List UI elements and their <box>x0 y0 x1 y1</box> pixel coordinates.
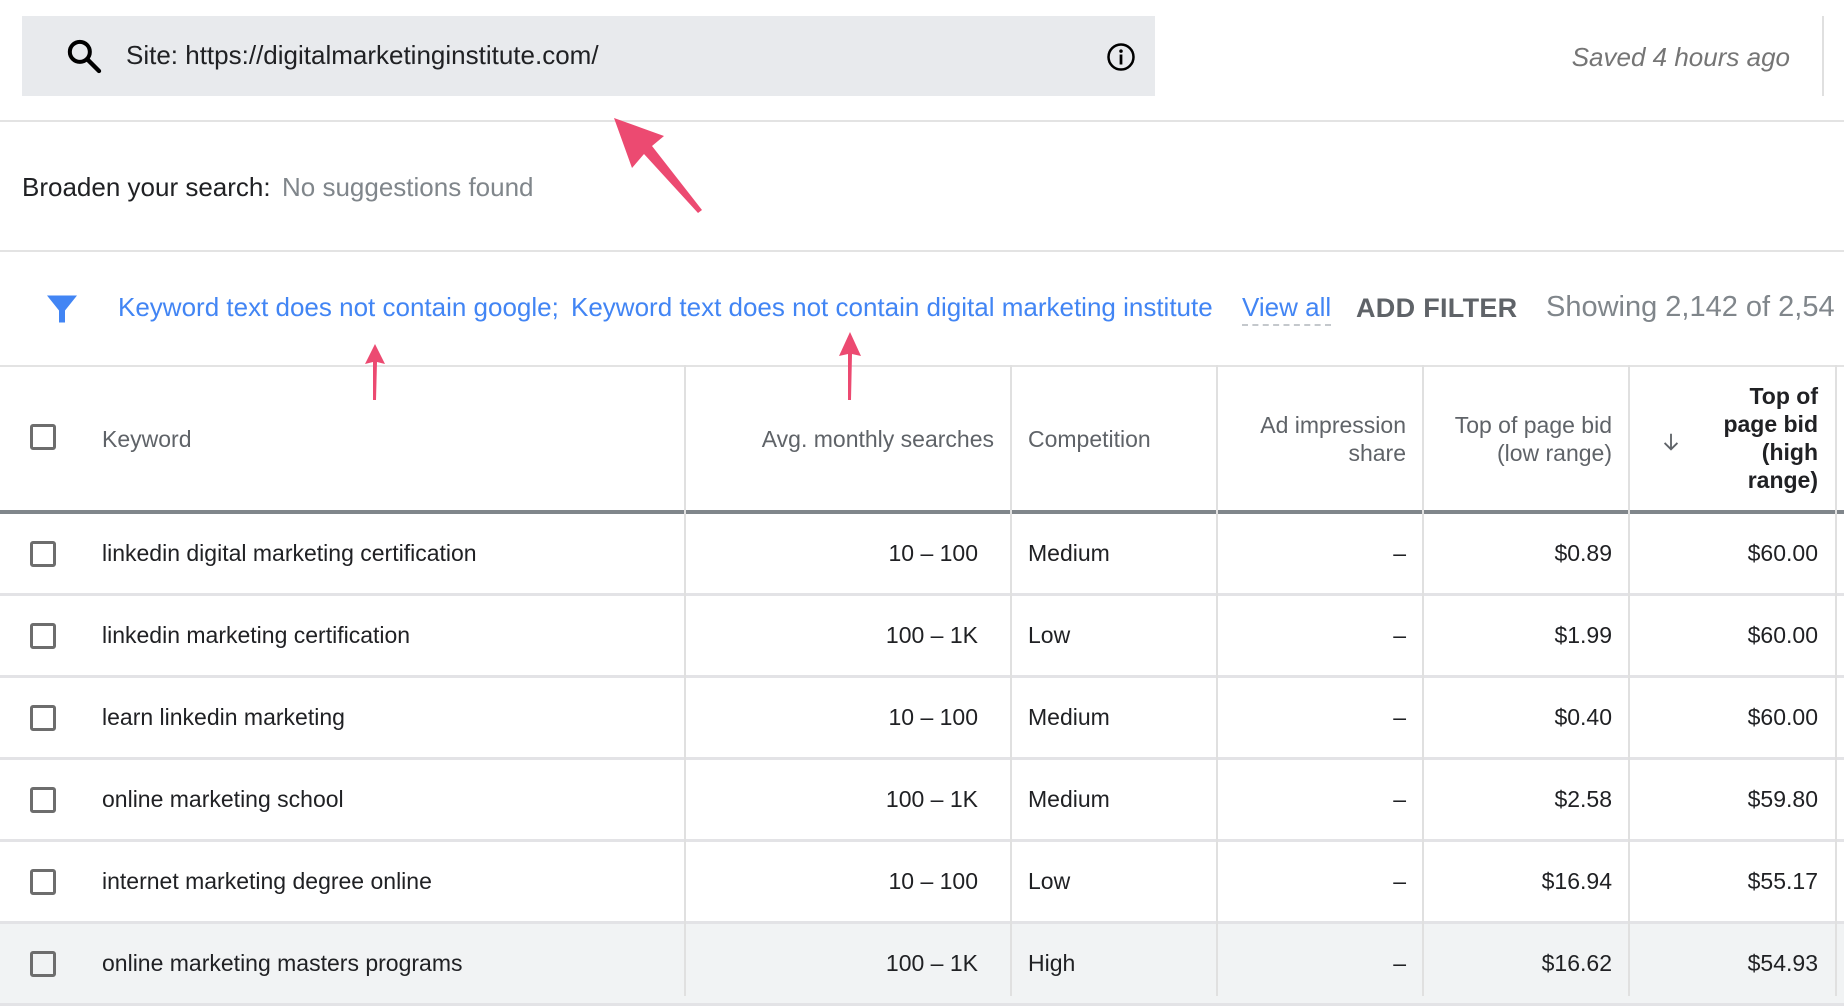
cell-bid-low: $16.62 <box>1541 950 1612 976</box>
cell-impression-share: – <box>1393 622 1406 648</box>
column-divider <box>1010 365 1012 996</box>
filter-chip-google[interactable]: Keyword text does not contain google; <box>118 290 559 324</box>
select-all-checkbox[interactable] <box>30 424 56 450</box>
column-header-competition[interactable]: Competition <box>1028 425 1151 453</box>
column-divider <box>1422 365 1424 996</box>
cell-bid-high: $60.00 <box>1747 704 1818 730</box>
cell-bid-low: $0.89 <box>1554 540 1612 566</box>
cell-keyword: linkedin digital marketing certification <box>102 540 477 566</box>
broaden-search-value: No suggestions found <box>282 172 534 202</box>
row-checkbox[interactable] <box>30 541 56 567</box>
table-header: Keyword Avg. monthly searches Competitio… <box>0 365 1844 512</box>
search-input[interactable]: Site: https://digitalmarketinginstitute.… <box>126 38 599 72</box>
cell-bid-low: $16.94 <box>1541 868 1612 894</box>
cell-searches: 100 – 1K <box>885 950 978 976</box>
header-line: share <box>1348 440 1406 466</box>
column-header-searches[interactable]: Avg. monthly searches <box>762 425 994 453</box>
row-checkbox[interactable] <box>30 951 56 977</box>
cell-searches: 10 – 100 <box>888 868 978 894</box>
cell-bid-high: $54.93 <box>1747 950 1818 976</box>
cell-searches: 10 – 100 <box>888 540 978 566</box>
cell-keyword: online marketing school <box>102 786 344 812</box>
info-icon[interactable] <box>1106 42 1136 72</box>
results-count: Showing 2,142 of 2,54 <box>1546 291 1835 323</box>
column-header-bid-high[interactable]: Top of page bid (high range) <box>1723 382 1818 494</box>
cell-bid-low: $2.58 <box>1554 786 1612 812</box>
keyword-table: Keyword Avg. monthly searches Competitio… <box>0 365 1844 1006</box>
search-icon <box>67 39 102 74</box>
add-filter-button[interactable]: ADD FILTER <box>1356 291 1517 325</box>
cell-impression-share: – <box>1393 786 1406 812</box>
annotation-arrow-filter-2 <box>839 332 861 400</box>
cell-bid-low: $0.40 <box>1554 704 1612 730</box>
header-line: Top of page bid <box>1454 412 1612 438</box>
broaden-search-label: Broaden your search: <box>22 172 271 202</box>
divider <box>0 120 1844 122</box>
cell-competition: Medium <box>1028 704 1110 730</box>
cell-impression-share: – <box>1393 950 1406 976</box>
table-row[interactable]: online marketing masters programs 100 – 1… <box>0 924 1844 1006</box>
cell-competition: Low <box>1028 622 1071 648</box>
cell-bid-low: $1.99 <box>1554 622 1612 648</box>
filter-icon[interactable] <box>44 291 80 327</box>
cell-impression-share: – <box>1393 868 1406 894</box>
header-line: (low range) <box>1496 440 1612 466</box>
header-line: range) <box>1747 467 1818 493</box>
cell-searches: 100 – 1K <box>885 786 978 812</box>
cell-keyword: internet marketing degree online <box>102 868 432 894</box>
cell-competition: High <box>1028 950 1076 976</box>
cell-competition: Medium <box>1028 786 1110 812</box>
header-line: Ad impression <box>1260 412 1406 438</box>
annotation-arrow-search <box>614 118 702 213</box>
cell-bid-high: $60.00 <box>1747 622 1818 648</box>
column-divider <box>684 365 686 996</box>
header-line: Top of <box>1749 383 1818 409</box>
table-row[interactable]: learn linkedin marketing 10 – 100 Medium – $… <box>0 678 1844 760</box>
cell-competition: Low <box>1028 868 1071 894</box>
row-checkbox[interactable] <box>30 623 56 649</box>
cell-keyword: linkedin marketing certification <box>102 622 411 648</box>
column-header-bid-low[interactable]: Top of page bid (low range) <box>1455 411 1612 467</box>
row-checkbox[interactable] <box>30 705 56 731</box>
cell-impression-share: – <box>1393 704 1406 730</box>
toolbar-divider <box>1822 16 1824 96</box>
cell-searches: 100 – 1K <box>885 622 978 648</box>
column-divider <box>1628 365 1630 996</box>
cell-bid-high: $55.17 <box>1747 868 1818 894</box>
row-checkbox[interactable] <box>30 869 56 895</box>
divider <box>0 250 1844 252</box>
table-row[interactable]: internet marketing degree online 10 – 100… <box>0 842 1844 924</box>
saved-status: Saved 4 hours ago <box>1571 42 1790 72</box>
table-row[interactable]: linkedin digital marketing certification… <box>0 514 1844 596</box>
cell-bid-high: $60.00 <box>1747 540 1818 566</box>
cell-keyword: learn linkedin marketing <box>102 704 345 730</box>
column-divider <box>1835 365 1837 996</box>
table-row[interactable]: linkedin marketing certification 100 – 1K… <box>0 596 1844 678</box>
column-header-keyword[interactable]: Keyword <box>102 425 191 453</box>
header-line: (high <box>1761 439 1818 465</box>
row-checkbox[interactable] <box>30 787 56 813</box>
filter-chip-dmi[interactable]: Keyword text does not contain digital ma… <box>571 290 1213 324</box>
column-divider <box>1216 365 1218 996</box>
annotation-arrow-filter-1 <box>365 344 385 400</box>
cell-bid-high: $59.80 <box>1747 786 1818 812</box>
table-row[interactable]: online marketing school 100 – 1K Medium – $2… <box>0 760 1844 842</box>
cell-keyword: online marketing masters programs <box>102 950 463 976</box>
arrow-down-icon[interactable] <box>1660 430 1682 454</box>
view-all-filters-link[interactable]: View all <box>1242 290 1332 326</box>
cell-searches: 10 – 100 <box>888 704 978 730</box>
header-line: page bid <box>1723 411 1818 437</box>
cell-competition: Medium <box>1028 540 1110 566</box>
cell-impression-share: – <box>1393 540 1406 566</box>
column-header-impression-share[interactable]: Ad impression share <box>1260 411 1406 467</box>
